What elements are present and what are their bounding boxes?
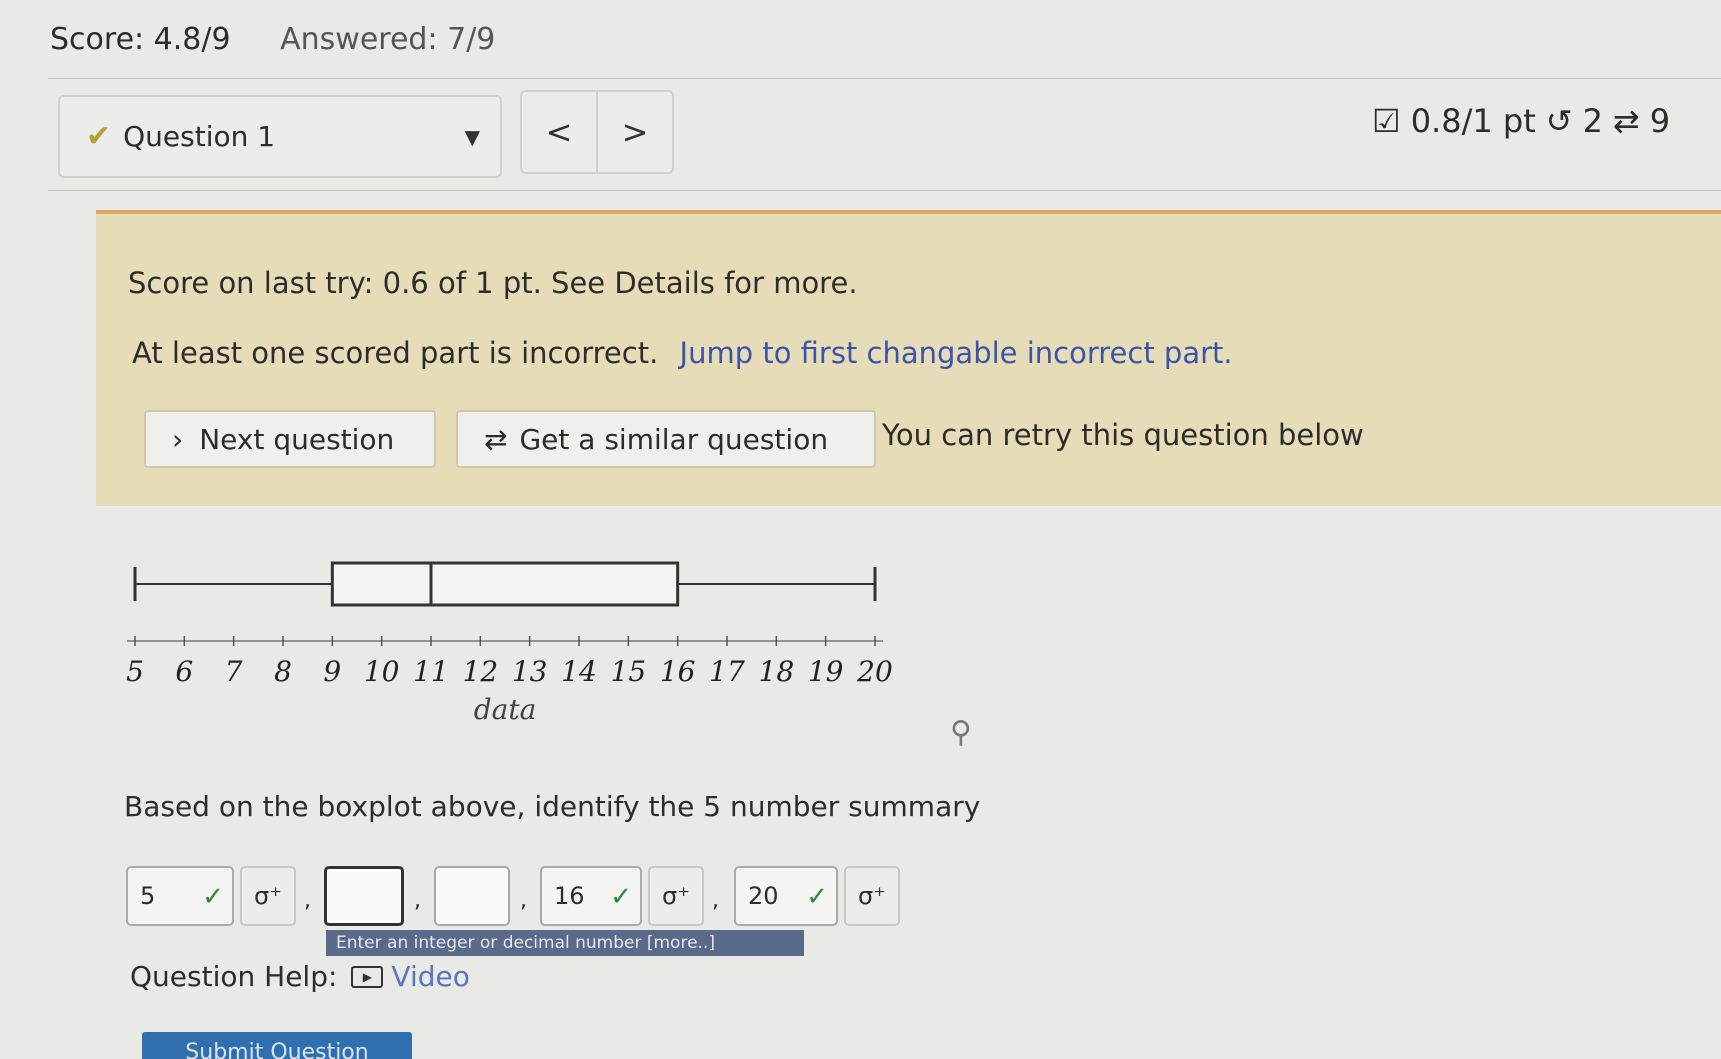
checkbox-icon: ☑ — [1372, 102, 1401, 140]
chevron-down-icon: ▼ — [464, 125, 480, 149]
last-try-score: Score on last try: 0.6 of 1 pt. See Deta… — [128, 266, 858, 300]
answer-min-value: 5 — [140, 882, 156, 910]
zoom-icon[interactable]: ⚲ — [950, 715, 972, 750]
comma-separator: , — [712, 888, 719, 913]
boxplot-chart: 5 6 7 8 9 10 11 12 13 14 15 16 17 18 19 20 data — [126, 561, 893, 726]
sigma-button[interactable]: σ⁺ — [844, 866, 900, 926]
points-text: 0.8/1 pt — [1410, 102, 1536, 140]
x-tick-label: 8 — [274, 655, 292, 688]
incorrect-text: At least one scored part is incorrect. — [132, 336, 659, 370]
video-link[interactable]: ▶ Video — [351, 960, 470, 993]
video-label: Video — [391, 960, 470, 993]
points-bar: ☑ 0.8/1 pt ↺ 2 ⇄ 9 — [1372, 102, 1670, 140]
video-icon: ▶ — [351, 965, 384, 988]
next-question-nav-button[interactable]: > — [596, 90, 674, 174]
answer-max-field[interactable]: 20 ✓ — [734, 866, 838, 926]
help-label: Question Help: — [130, 960, 338, 993]
x-tick-label: 17 — [709, 655, 745, 688]
retry-text: You can retry this question below — [882, 418, 1364, 452]
x-tick-label: 5 — [126, 655, 144, 688]
x-tick-label: 6 — [175, 655, 193, 688]
attempts-icon: ⇄ — [1612, 102, 1640, 140]
similar-question-label: Get a similar question — [519, 422, 829, 456]
answer-row: 5 ✓ σ⁺ , , , 16 ✓ σ⁺ , 20 ✓ σ⁺ — [126, 866, 926, 928]
divider — [48, 78, 1721, 79]
comma-separator: , — [414, 888, 421, 913]
answer-q3-field[interactable]: 16 ✓ — [540, 866, 642, 926]
x-tick-label: 12 — [463, 655, 499, 688]
x-tick-label: 19 — [808, 655, 844, 688]
divider — [48, 190, 1721, 191]
score-text: Score: 4.8/9 — [50, 22, 231, 57]
similar-question-button[interactable]: ⇄ Get a similar question — [456, 410, 876, 468]
answer-q1-field[interactable] — [324, 866, 404, 926]
x-tick-label: 15 — [611, 655, 647, 688]
retries-count: 2 — [1582, 102, 1603, 140]
score-summary: Score: 4.8/9 Answered: 7/9 — [50, 22, 495, 57]
comma-separator: , — [304, 888, 311, 913]
sigma-button[interactable]: σ⁺ — [648, 866, 704, 926]
submit-question-button[interactable]: Submit Question — [142, 1032, 412, 1059]
correct-check-icon: ✓ — [202, 882, 224, 912]
jump-to-incorrect-link[interactable]: Jump to first changable incorrect part. — [680, 336, 1233, 370]
x-tick-label: 10 — [364, 655, 400, 688]
answered-text: Answered: 7/9 — [280, 22, 496, 57]
x-tick-label: 18 — [759, 655, 795, 688]
x-tick-label: 16 — [660, 655, 696, 688]
answer-min-field[interactable]: 5 ✓ — [126, 866, 234, 926]
x-tick-label: 14 — [561, 655, 597, 688]
next-question-label: Next question — [199, 422, 395, 456]
shuffle-icon: ⇄ — [484, 422, 508, 456]
input-hint-tooltip: Enter an integer or decimal number [more… — [326, 930, 804, 956]
x-tick-label: 11 — [413, 655, 449, 688]
question-selector[interactable]: ✔ Question 1 ▼ — [58, 95, 502, 178]
answer-q3-value: 16 — [554, 882, 585, 910]
x-axis-label: data — [474, 693, 537, 726]
x-tick-label: 13 — [512, 655, 548, 688]
chevron-right-icon: › — [172, 422, 184, 456]
question-help: Question Help: ▶ Video — [130, 960, 470, 993]
attempts-count: 9 — [1649, 102, 1671, 140]
question-selector-label: Question 1 — [123, 120, 276, 153]
question-prompt: Based on the boxplot above, identify the… — [124, 790, 981, 823]
x-tick-label: 20 — [856, 655, 893, 688]
check-icon: ✔ — [86, 119, 112, 154]
retry-icon: ↺ — [1545, 102, 1573, 140]
box-iqr — [330, 561, 680, 607]
next-question-button[interactable]: › Next question — [144, 410, 436, 468]
prev-question-button[interactable]: < — [520, 90, 598, 174]
incorrect-notice: At least one scored part is incorrect. J… — [132, 336, 1233, 370]
feedback-banner: Score on last try: 0.6 of 1 pt. See Deta… — [96, 210, 1721, 506]
correct-check-icon: ✓ — [610, 882, 632, 912]
sigma-button[interactable]: σ⁺ — [240, 866, 296, 926]
correct-check-icon: ✓ — [806, 882, 828, 912]
x-tick-label: 9 — [323, 655, 341, 688]
x-tick-label: 7 — [225, 655, 243, 688]
answer-median-field[interactable] — [434, 866, 510, 926]
comma-separator: , — [520, 888, 527, 913]
answer-max-value: 20 — [748, 882, 779, 910]
